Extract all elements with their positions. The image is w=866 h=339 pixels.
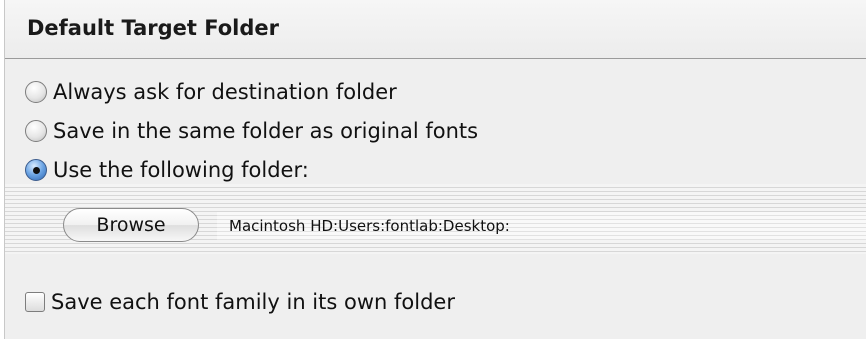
preferences-panel: Default Target Folder Always ask for des… [4,0,866,339]
radio-label: Use the following folder: [53,158,309,182]
radio-dot-icon [33,167,40,174]
radio-button[interactable] [25,120,47,142]
folder-path-field: Macintosh HD:Users:fontlab:Desktop: [217,212,866,240]
browse-button[interactable]: Browse [63,208,199,242]
radio-label: Save in the same folder as original font… [53,119,479,143]
radio-option-same-folder[interactable]: Save in the same folder as original font… [25,119,478,143]
folder-path-text: Macintosh HD:Users:fontlab:Desktop: [229,217,510,235]
folder-row: Browse Macintosh HD:Users:fontlab:Deskto… [5,184,866,254]
radio-label: Always ask for destination folder [53,80,397,104]
section-header: Default Target Folder [5,0,866,59]
radio-option-always-ask[interactable]: Always ask for destination folder [25,80,397,104]
checkbox-option-family-folder[interactable]: Save each font family in its own folder [25,290,455,314]
radio-button[interactable] [25,81,47,103]
checkbox-label: Save each font family in its own folder [51,290,455,314]
section-title: Default Target Folder [27,16,279,40]
checkbox[interactable] [25,292,45,312]
radio-button-selected[interactable] [25,159,47,181]
radio-option-following-folder[interactable]: Use the following folder: [25,158,309,182]
